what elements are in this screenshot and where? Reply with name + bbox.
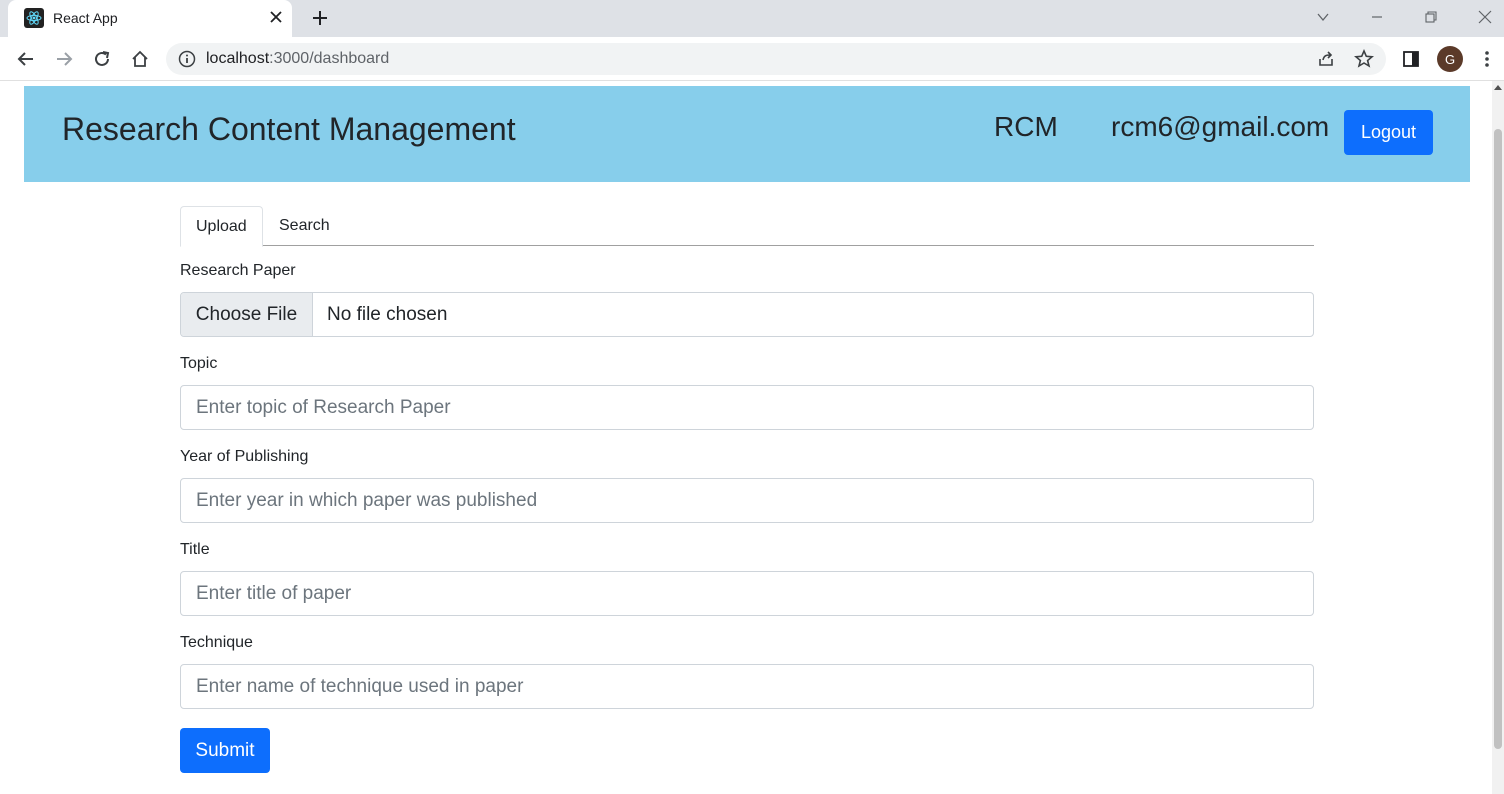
profile-avatar[interactable]: G bbox=[1437, 46, 1463, 72]
browser-tab[interactable]: React App bbox=[8, 0, 292, 37]
title-group: Title bbox=[180, 541, 1314, 616]
year-label: Year of Publishing bbox=[180, 448, 309, 465]
choose-file-button[interactable]: Choose File bbox=[181, 293, 313, 336]
close-icon[interactable] bbox=[266, 7, 286, 27]
tab-search-chevron-icon[interactable] bbox=[1300, 0, 1346, 34]
new-tab-plus-icon[interactable] bbox=[308, 6, 332, 30]
page-scrollbar[interactable] bbox=[1492, 81, 1504, 794]
app-header: Research Content Management RCM rcm6@gma… bbox=[24, 86, 1470, 182]
browser-tabstrip: React App bbox=[0, 0, 1504, 37]
home-icon[interactable] bbox=[128, 47, 152, 71]
forward-arrow-icon[interactable] bbox=[52, 47, 76, 71]
main-content: Upload Search Research Paper Choose File… bbox=[180, 206, 1314, 773]
topic-label: Topic bbox=[180, 355, 218, 372]
address-bar[interactable]: localhost:3000/dashboard bbox=[166, 43, 1386, 75]
research-paper-group: Research Paper Choose File No file chose… bbox=[180, 262, 1314, 337]
technique-input[interactable] bbox=[180, 664, 1314, 709]
logout-button[interactable]: Logout bbox=[1344, 110, 1433, 155]
more-menu-icon[interactable] bbox=[1475, 47, 1499, 71]
restore-icon[interactable] bbox=[1408, 0, 1454, 34]
page-viewport: Research Content Management RCM rcm6@gma… bbox=[0, 81, 1504, 794]
technique-label: Technique bbox=[180, 634, 253, 651]
back-arrow-icon[interactable] bbox=[14, 47, 38, 71]
scroll-up-arrow-icon[interactable] bbox=[1494, 85, 1502, 90]
form-tabs: Upload Search bbox=[180, 206, 1314, 247]
topic-input[interactable] bbox=[180, 385, 1314, 430]
topic-group: Topic bbox=[180, 355, 1314, 430]
share-icon[interactable] bbox=[1316, 49, 1336, 69]
react-logo-icon bbox=[24, 8, 44, 28]
tab-search[interactable]: Search bbox=[264, 206, 345, 246]
research-paper-label: Research Paper bbox=[180, 262, 296, 279]
research-paper-file-input[interactable]: Choose File No file chosen bbox=[180, 292, 1314, 337]
year-group: Year of Publishing bbox=[180, 448, 1314, 523]
app-brand[interactable]: Research Content Management bbox=[62, 111, 516, 148]
bookmark-star-icon[interactable] bbox=[1354, 49, 1374, 69]
side-panel-icon[interactable] bbox=[1399, 47, 1423, 71]
reload-icon[interactable] bbox=[90, 47, 114, 71]
title-input[interactable] bbox=[180, 571, 1314, 616]
window-close-icon[interactable] bbox=[1462, 0, 1504, 34]
title-label: Title bbox=[180, 541, 210, 558]
browser-toolbar: localhost:3000/dashboard G bbox=[0, 37, 1504, 81]
minimize-icon[interactable] bbox=[1354, 0, 1400, 34]
tab-upload[interactable]: Upload bbox=[180, 206, 263, 247]
technique-group: Technique bbox=[180, 634, 1314, 709]
submit-button[interactable]: Submit bbox=[180, 728, 270, 773]
site-info-icon[interactable] bbox=[178, 50, 196, 68]
file-status-text: No file chosen bbox=[327, 303, 448, 325]
url-path: :3000/dashboard bbox=[269, 50, 390, 67]
tab-title: React App bbox=[53, 10, 118, 26]
nav-short-name: RCM bbox=[994, 111, 1058, 142]
url-host: localhost bbox=[206, 50, 270, 67]
scrollbar-thumb[interactable] bbox=[1494, 129, 1502, 749]
url-text: localhost:3000/dashboard bbox=[206, 50, 389, 68]
year-input[interactable] bbox=[180, 478, 1314, 523]
user-email: rcm6@gmail.com bbox=[1111, 111, 1330, 142]
